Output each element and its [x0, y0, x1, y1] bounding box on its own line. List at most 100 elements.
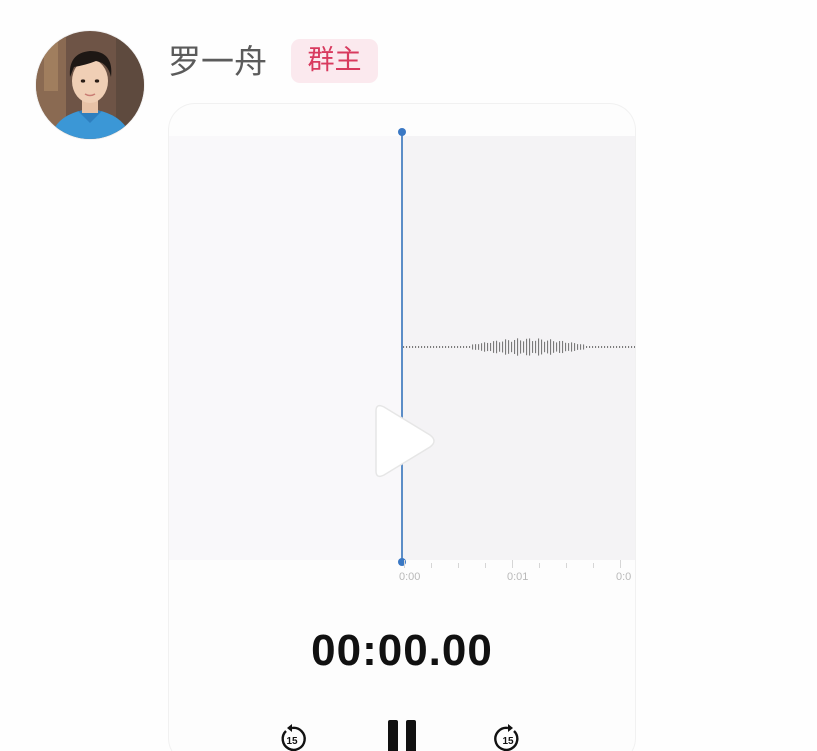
- waveform-bar: [571, 342, 573, 352]
- waveform-bar: [484, 342, 486, 352]
- waveform-bar: [541, 339, 543, 355]
- waveform-bar: [577, 344, 579, 350]
- skip-back-seconds: 15: [286, 736, 298, 747]
- waveform-bar: [442, 346, 444, 348]
- waveform-bar: [586, 346, 588, 348]
- waveform-bar: [562, 340, 564, 354]
- waveform-bar: [580, 344, 582, 350]
- waveform-bar: [463, 346, 465, 348]
- waveform-bar: [406, 346, 408, 348]
- waveform-bar: [526, 338, 528, 356]
- skip-forward-15-icon: 15: [494, 724, 519, 751]
- waveform-bar: [589, 346, 591, 348]
- waveform-bar: [628, 346, 630, 348]
- skip-forward-seconds: 15: [502, 736, 514, 747]
- timeline-tick: [458, 563, 459, 568]
- waveform-bar: [478, 344, 480, 350]
- tick-label: 0:00: [399, 571, 421, 583]
- avatar[interactable]: [36, 31, 144, 139]
- waveform-bar: [532, 341, 534, 353]
- waveform-bar: [469, 346, 471, 348]
- role-badge: 群主: [291, 39, 378, 83]
- waveform-bar: [430, 346, 432, 348]
- avatar-photo: [36, 31, 144, 139]
- waveform-bar: [607, 346, 609, 348]
- waveform-bar: [574, 343, 576, 351]
- timeline-tick: [539, 563, 540, 568]
- pause-icon: [388, 720, 416, 751]
- waveform-bar: [439, 346, 441, 348]
- skip-back-15-button[interactable]: 15: [277, 724, 307, 751]
- waveform-bar: [424, 346, 426, 348]
- tick-label: 0:01: [507, 571, 529, 583]
- waveform-bar: [460, 346, 462, 348]
- elapsed-timer: 00:00.00: [311, 626, 493, 675]
- waveform-bar: [496, 340, 498, 354]
- timeline-tick: [431, 563, 432, 568]
- waveform-bar: [418, 346, 420, 348]
- waveform-bar: [622, 346, 624, 348]
- waveform-bar: [487, 342, 489, 352]
- playhead-handle-top[interactable]: [398, 128, 406, 136]
- waveform-bar: [493, 341, 495, 353]
- waveform-bar: [433, 346, 435, 348]
- waveform-bar: [553, 341, 555, 353]
- waveform-bar: [568, 343, 570, 351]
- waveform-bar: [427, 346, 429, 348]
- waveform-bar: [409, 346, 411, 348]
- pause-button[interactable]: [385, 718, 419, 751]
- waveform-bar: [559, 341, 561, 353]
- sender-name[interactable]: 罗一舟: [168, 40, 267, 84]
- play-icon[interactable]: [368, 401, 440, 481]
- timeline-tick: [620, 560, 621, 568]
- timeline-ticks: [404, 560, 621, 568]
- waveform-bar: [490, 342, 492, 352]
- waveform-bar: [445, 346, 447, 348]
- waveform-bar: [403, 346, 405, 348]
- waveform-bar: [634, 346, 635, 348]
- waveform-bar: [502, 341, 504, 353]
- waveform-bar: [529, 338, 531, 356]
- waveform-bar: [556, 342, 558, 352]
- waveform-bar: [421, 346, 423, 348]
- waveform-bar: [475, 344, 477, 350]
- waveform-bar: [523, 341, 525, 353]
- waveform-bar: [466, 346, 468, 348]
- tick-label: 0:0: [616, 571, 632, 583]
- waveform-bar: [583, 344, 585, 350]
- playhead[interactable]: [401, 132, 403, 563]
- waveform-bar: [412, 346, 414, 348]
- waveform-bar: [436, 346, 438, 348]
- chat-message: 罗一舟 群主 0:00 0:01 0:0 00:00.00 15 15: [0, 0, 817, 751]
- timeline-tick: [593, 563, 594, 568]
- waveform-bar: [550, 339, 552, 355]
- audio-waveform: [403, 338, 635, 356]
- voice-memo-card[interactable]: 0:00 0:01 0:0 00:00.00 15 15: [169, 104, 635, 751]
- waveform-bar: [520, 340, 522, 354]
- waveform-bar: [517, 338, 519, 356]
- timeline-tick: [404, 560, 405, 568]
- timeline-tick: [566, 563, 567, 568]
- waveform-bar: [511, 341, 513, 353]
- waveform-bar: [499, 342, 501, 352]
- waveform-bar: [472, 344, 474, 350]
- waveform-bar: [544, 341, 546, 353]
- waveform-bar: [565, 342, 567, 352]
- waveform-bar: [538, 338, 540, 356]
- waveform-bar: [601, 346, 603, 348]
- waveform-bar: [592, 346, 594, 348]
- waveform-bar: [481, 343, 483, 351]
- waveform-bar: [616, 346, 618, 348]
- skip-forward-15-button[interactable]: 15: [493, 724, 523, 751]
- waveform-bar: [508, 340, 510, 354]
- timeline-tick: [485, 563, 486, 568]
- waveform-bar: [457, 346, 459, 348]
- waveform-bar: [454, 346, 456, 348]
- waveform-bar: [604, 346, 606, 348]
- waveform-bar: [619, 346, 621, 348]
- waveform-bar: [625, 346, 627, 348]
- waveform-bar: [595, 346, 597, 348]
- waveform-bar: [415, 346, 417, 348]
- skip-back-15-icon: 15: [281, 724, 306, 751]
- waveform-bar: [610, 346, 612, 348]
